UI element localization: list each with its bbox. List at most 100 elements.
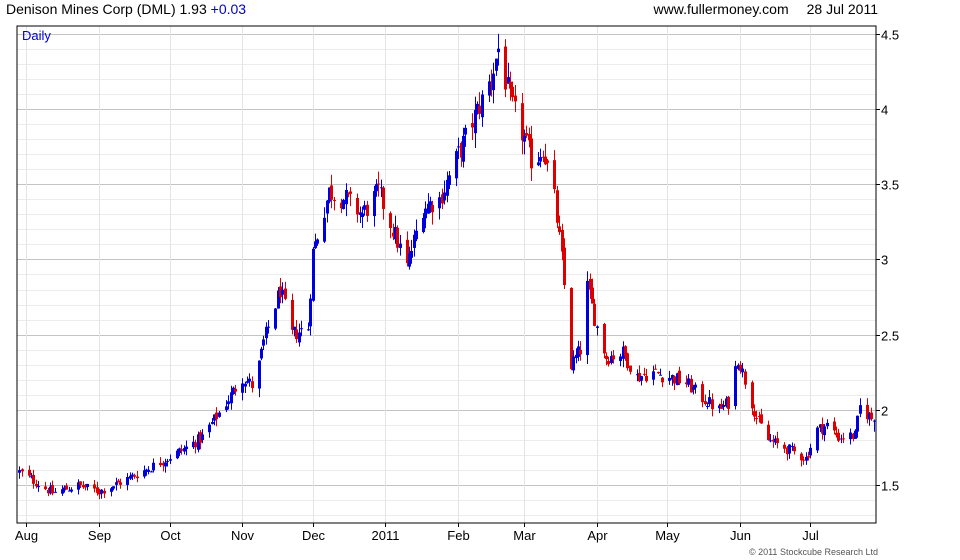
candle-body xyxy=(859,405,862,414)
candle-body xyxy=(215,412,218,420)
candle-body xyxy=(514,95,517,102)
candle-body xyxy=(356,197,359,215)
candle-body xyxy=(462,135,465,162)
x-tick-label: Sep xyxy=(88,528,111,543)
candle-body xyxy=(248,378,251,382)
candle-body xyxy=(537,162,540,166)
candle-body xyxy=(694,384,697,388)
candle-body xyxy=(51,485,54,494)
candle-body xyxy=(530,138,533,169)
candle xyxy=(28,465,31,478)
candle-body xyxy=(260,348,263,359)
candle-body xyxy=(687,378,690,385)
candle xyxy=(126,473,129,491)
candle-body xyxy=(345,189,348,205)
candle xyxy=(492,62,495,104)
candle xyxy=(295,319,298,343)
candle-body xyxy=(823,426,826,436)
candle-body xyxy=(619,356,622,361)
candle xyxy=(870,407,873,421)
candle xyxy=(481,90,484,127)
candle xyxy=(805,452,808,465)
candle-body xyxy=(443,192,446,201)
candle xyxy=(849,428,852,445)
candle-body xyxy=(800,453,803,461)
candle xyxy=(396,225,399,253)
candle xyxy=(823,424,826,442)
candle-body xyxy=(274,308,277,329)
y-tick-label: 4 xyxy=(881,103,888,118)
y-tick-label: 2.5 xyxy=(881,329,899,344)
candle xyxy=(586,271,589,364)
candle-body xyxy=(481,94,484,118)
y-tick-label: 3.5 xyxy=(881,178,899,193)
candle-body xyxy=(802,459,805,461)
candle-body xyxy=(497,48,500,53)
candle-body xyxy=(741,368,744,373)
candle-body xyxy=(776,438,779,444)
candle-body xyxy=(753,411,756,417)
candle xyxy=(788,444,791,459)
candle-body xyxy=(35,483,38,487)
candle-body xyxy=(645,375,648,382)
candle-body xyxy=(333,199,336,201)
candle-body xyxy=(152,462,155,471)
candle-body xyxy=(291,299,294,330)
candle-body xyxy=(410,250,413,258)
candle-body xyxy=(37,486,40,488)
candle-body xyxy=(626,353,629,369)
candle-body xyxy=(136,476,139,479)
candle xyxy=(837,428,840,443)
candle xyxy=(690,375,693,393)
candle-body xyxy=(415,230,418,240)
candle xyxy=(687,373,690,387)
candle-body xyxy=(793,446,796,452)
candle xyxy=(159,457,162,468)
candle xyxy=(51,480,54,496)
candle-body xyxy=(856,415,859,432)
candle-body xyxy=(54,491,57,493)
candle-body xyxy=(284,288,287,299)
candle-body xyxy=(234,388,237,392)
candle xyxy=(136,470,139,483)
candle-body xyxy=(399,243,402,248)
candle-body xyxy=(690,378,693,393)
candle xyxy=(720,398,723,409)
candle xyxy=(866,398,869,424)
candle-body xyxy=(654,368,657,370)
candle xyxy=(673,375,676,391)
candle-body xyxy=(258,360,261,389)
candle-body xyxy=(377,183,380,185)
y-tick-label: 3 xyxy=(881,253,888,268)
candle-body xyxy=(474,109,477,134)
candle-body xyxy=(457,146,460,148)
candle xyxy=(377,171,380,197)
candle xyxy=(553,150,556,194)
copyright-notice: © 2011 Stockcube Research Ltd xyxy=(748,547,878,557)
candle xyxy=(678,366,681,386)
candle-body xyxy=(298,332,301,343)
x-tick-label: May xyxy=(655,528,680,543)
candle-body xyxy=(661,377,664,383)
candle-body xyxy=(591,287,594,304)
candle-body xyxy=(389,213,392,228)
candle xyxy=(115,477,118,491)
candle-body xyxy=(117,480,120,483)
candle-body xyxy=(178,448,181,454)
candle xyxy=(208,422,211,438)
candle xyxy=(284,281,287,301)
candle xyxy=(18,466,21,479)
candle-body xyxy=(424,208,427,219)
candle-body xyxy=(521,103,524,141)
candle xyxy=(244,381,247,394)
candle-body xyxy=(607,361,610,365)
candle-body xyxy=(349,191,352,194)
candle-body xyxy=(119,482,122,485)
x-tick-label: Feb xyxy=(447,528,469,543)
candle-body xyxy=(659,374,662,376)
candle xyxy=(180,444,183,455)
candle-body xyxy=(553,160,556,190)
candle xyxy=(668,370,671,385)
candle-body xyxy=(185,446,188,450)
x-tick-label: Jun xyxy=(730,528,751,543)
